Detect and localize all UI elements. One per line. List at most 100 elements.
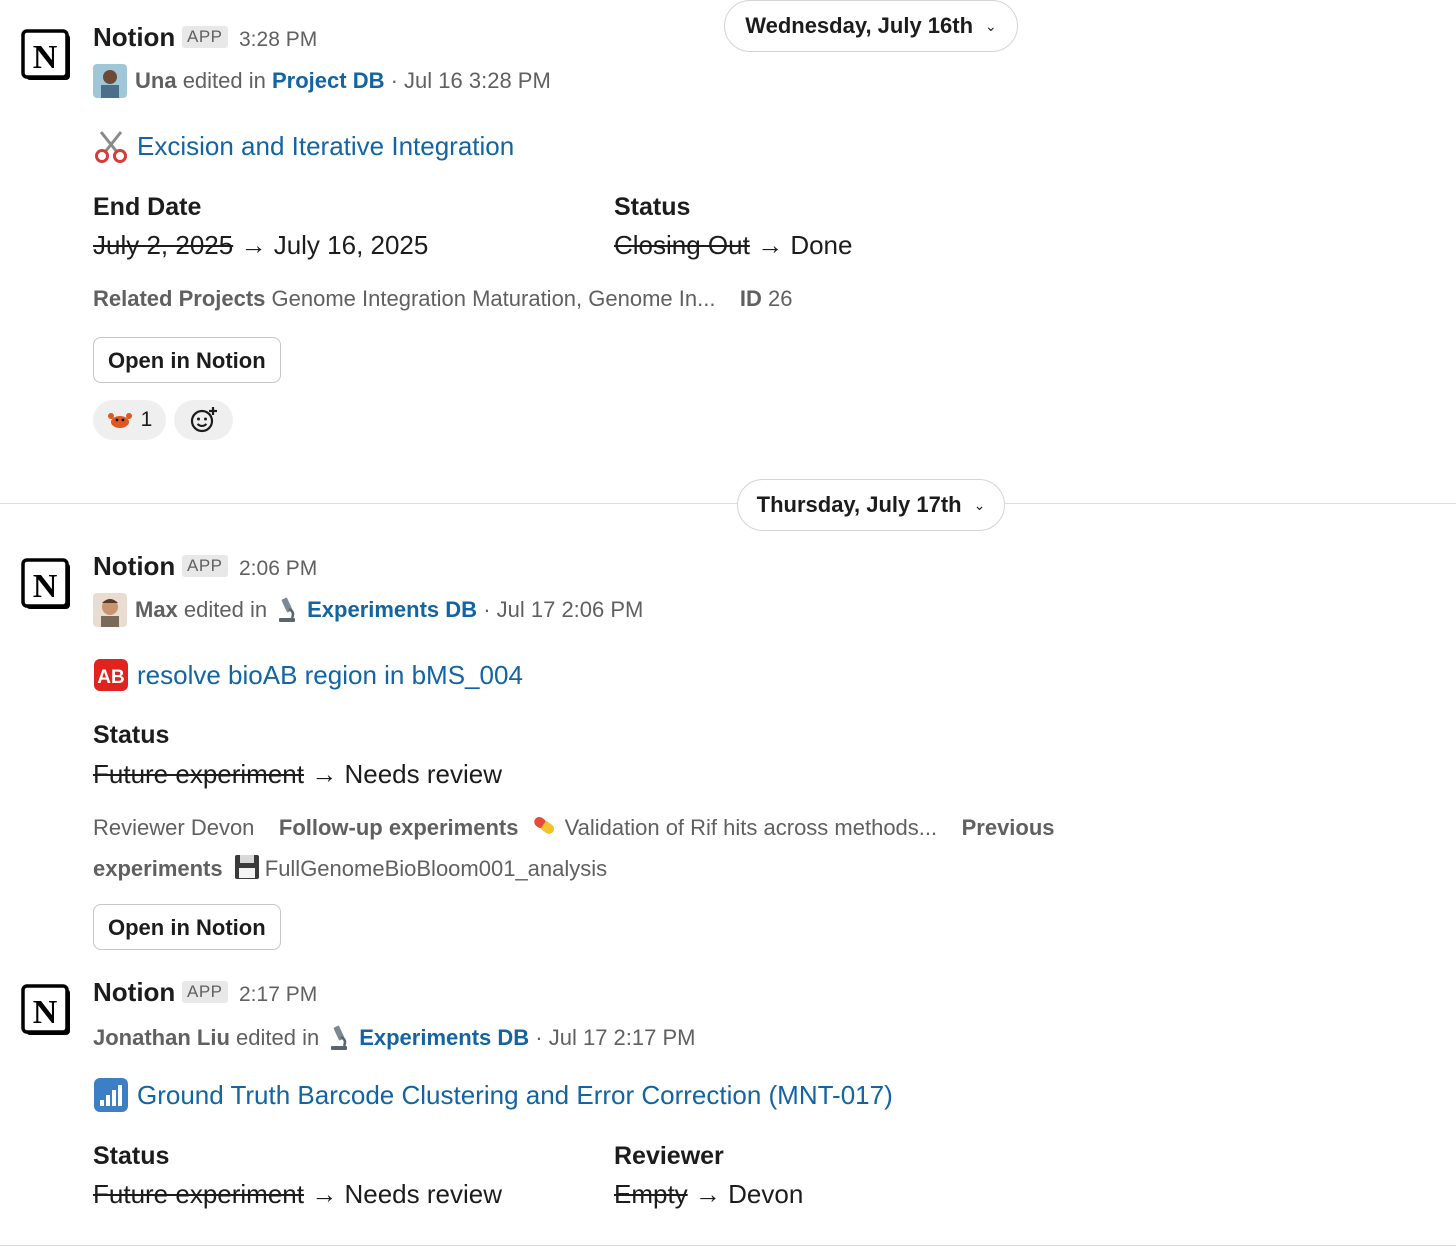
meta-label: Previous	[961, 815, 1055, 840]
edited-in-text: edited in	[182, 68, 266, 93]
field-value-status: Future experiment → Needs review	[93, 759, 502, 790]
meta-value: Genome Integration Maturation, Genome In…	[271, 286, 716, 311]
date-divider-label: Thursday, July 17th	[756, 492, 962, 517]
editor-name[interactable]: Max	[135, 597, 178, 623]
open-in-notion-button[interactable]: Open in Notion	[93, 904, 281, 950]
field-label-reviewer: Reviewer	[614, 1142, 724, 1170]
date-divider-label: Wednesday, July 16th	[745, 13, 974, 38]
meta-label: Related Projects	[93, 286, 266, 311]
new-value: Needs review	[344, 1179, 502, 1209]
old-value: Future experiment	[93, 759, 304, 789]
message-time[interactable]: 2:17 PM	[239, 983, 317, 1007]
app-badge: APP	[182, 26, 228, 48]
old-value: Closing Out	[614, 230, 750, 260]
editor-name[interactable]: Jonathan Liu	[93, 1025, 230, 1051]
new-value: Done	[790, 230, 853, 260]
field-value-end-date: July 2, 2025 → July 16, 2025	[93, 230, 428, 261]
field-label-end-date: End Date	[93, 193, 202, 221]
date-divider-wednesday[interactable]: Wednesday, July 16th ⌄	[724, 0, 1018, 52]
field-value-reviewer: Empty → Devon	[614, 1179, 803, 1210]
edit-line: Una edited in Project DB · Jul 16 3:28 P…	[93, 64, 551, 98]
field-value-status: Future experiment → Needs review	[93, 1179, 502, 1210]
page-title-text: resolve bioAB region in bMS_004	[137, 659, 523, 690]
avatar[interactable]	[93, 593, 127, 627]
meta-line-continued: experiments FullGenomeBioBloom001_analys…	[93, 853, 607, 887]
svg-text:N: N	[33, 994, 58, 1031]
message-time[interactable]: 2:06 PM	[239, 557, 317, 581]
database-link[interactable]: Experiments DB	[359, 1025, 529, 1051]
svg-text:N: N	[33, 568, 58, 605]
edited-in-text: edited in	[236, 1025, 320, 1050]
app-badge: APP	[182, 981, 228, 1003]
meta-label: Reviewer	[93, 815, 185, 840]
sender-name[interactable]: Notion	[93, 551, 175, 582]
meta-label: ID	[739, 286, 762, 311]
page-title-link[interactable]: Ground Truth Barcode Clustering and Erro…	[93, 1077, 893, 1113]
arrow: →	[311, 759, 338, 789]
pill-icon	[531, 815, 559, 843]
add-emoji-icon	[189, 405, 219, 435]
meta-label: Follow-up experiments	[278, 815, 519, 840]
edited-in-text: edited in	[183, 597, 268, 622]
arrow: →	[240, 230, 267, 260]
open-in-notion-button[interactable]: Open in Notion	[93, 337, 281, 383]
sender-name[interactable]: Notion	[93, 977, 175, 1008]
meta-value: FullGenomeBioBloom001_analysis	[264, 855, 608, 881]
edit-line: Max edited in Experiments DB · Jul 17 2:…	[93, 593, 643, 627]
edit-timestamp[interactable]: · Jul 17 2:17 PM	[535, 1025, 695, 1051]
database-link[interactable]: Project DB	[272, 68, 384, 94]
meta-line: Reviewer Devon Follow-up experiments Val…	[93, 815, 1055, 843]
app-badge: APP	[182, 555, 228, 577]
edit-timestamp[interactable]: · Jul 16 3:28 PM	[391, 68, 551, 94]
field-label-status: Status	[614, 193, 691, 221]
page-title-text: Ground Truth Barcode Clustering and Erro…	[137, 1079, 893, 1110]
meta-label: experiments	[93, 855, 223, 881]
chevron-down-icon: ⌄	[973, 496, 986, 513]
microscope-icon	[275, 596, 299, 624]
field-label-status: Status	[93, 721, 170, 749]
message-time[interactable]: 3:28 PM	[239, 28, 317, 52]
field-label-status: Status	[93, 1142, 170, 1170]
new-value: Needs review	[344, 759, 502, 789]
meta-value: Devon	[190, 815, 255, 840]
reaction-count: 1	[140, 408, 153, 431]
microscope-icon	[327, 1024, 351, 1052]
svg-text:N: N	[33, 39, 58, 76]
crab-reaction-icon	[107, 409, 133, 431]
edit-timestamp[interactable]: · Jul 17 2:06 PM	[483, 597, 643, 623]
edit-line: Jonathan Liu edited in Experiments DB · …	[93, 1024, 695, 1052]
editor-name[interactable]: Una	[135, 68, 177, 94]
chevron-down-icon: ⌄	[985, 17, 997, 34]
page-title-text: Excision and Iterative Integration	[137, 130, 515, 161]
reaction-pill[interactable]: 1	[93, 400, 166, 440]
page-title-link[interactable]: AB resolve bioAB region in bMS_004	[93, 657, 523, 693]
new-value: July 16, 2025	[273, 230, 429, 260]
add-reaction-button[interactable]	[174, 400, 233, 440]
old-value: July 2, 2025	[93, 230, 234, 260]
old-value: Empty	[614, 1179, 688, 1209]
meta-line: Related Projects Genome Integration Matu…	[93, 286, 793, 312]
sender-name[interactable]: Notion	[93, 22, 175, 53]
new-value: Devon	[728, 1179, 804, 1209]
arrow: →	[757, 230, 784, 260]
old-value: Future experiment	[93, 1179, 304, 1209]
notion-logo-icon[interactable]: N	[20, 557, 76, 613]
page-title-link[interactable]: Excision and Iterative Integration	[93, 128, 514, 164]
svg-text:AB: AB	[97, 667, 124, 688]
floppy-disk-icon	[233, 853, 261, 887]
field-value-status: Closing Out → Done	[614, 230, 852, 261]
date-divider-thursday[interactable]: Thursday, July 17th ⌄	[737, 479, 1005, 531]
database-link[interactable]: Experiments DB	[307, 597, 477, 623]
scissors-icon	[93, 128, 129, 164]
meta-value: 26	[768, 286, 793, 311]
notion-logo-icon[interactable]: N	[20, 28, 76, 84]
arrow: →	[311, 1179, 338, 1209]
bottom-border	[0, 1245, 1456, 1246]
avatar[interactable]	[93, 64, 127, 98]
ab-emoji-icon: AB	[93, 657, 129, 693]
arrow: →	[694, 1179, 721, 1209]
date-divider-line	[0, 503, 1456, 504]
meta-value: Validation of Rif hits across methods...	[564, 815, 938, 840]
notion-logo-icon[interactable]: N	[20, 983, 76, 1039]
signal-bars-icon	[93, 1077, 129, 1113]
